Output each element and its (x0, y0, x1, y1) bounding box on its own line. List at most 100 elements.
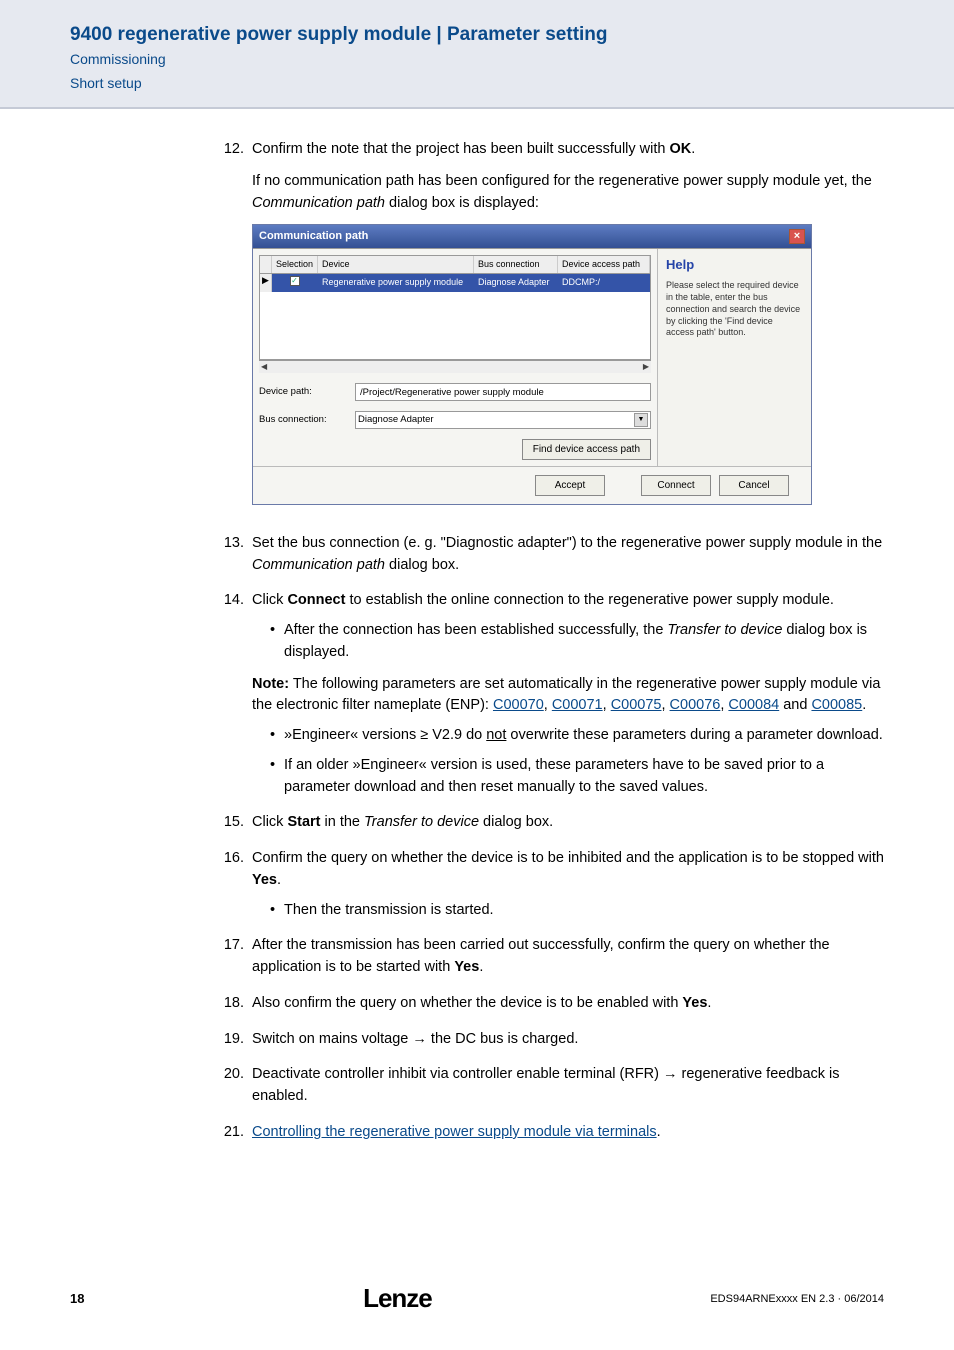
step-number: 18. (220, 993, 252, 1015)
step-number: 20. (220, 1064, 252, 1108)
step-body: Confirm the note that the project has be… (252, 139, 884, 519)
col-path: Device access path (558, 256, 650, 274)
step-number: 13. (220, 533, 252, 577)
communication-path-dialog: Communication path × Selection Device Bu… (252, 224, 812, 505)
step-number: 14. (220, 590, 252, 798)
text: . (657, 1124, 661, 1140)
text: Switch on mains voltage → the DC bus is … (252, 1029, 884, 1051)
text-bold: OK (670, 141, 692, 157)
bus-connection-select[interactable]: Diagnose Adapter ▼ (355, 411, 651, 429)
dialog-footer: Accept Connect Cancel (253, 466, 811, 504)
text: , (603, 697, 611, 713)
text: to establish the online connection to th… (345, 592, 833, 608)
text-bold: Yes (682, 995, 707, 1011)
header-title: 9400 regenerative power supply module | … (70, 24, 884, 46)
checkbox-icon[interactable]: ✓ (290, 276, 300, 286)
text: . (707, 995, 711, 1011)
lenze-logo: Lenze (363, 1283, 432, 1314)
text-italic: Communication path (252, 557, 385, 573)
text: overwrite these parameters during a para… (506, 727, 882, 743)
text: . (862, 697, 866, 713)
step-19: 19. Switch on mains voltage → the DC bus… (220, 1029, 884, 1051)
dialog-left-pane: Selection Device Bus connection Device a… (253, 249, 658, 466)
cell-bus: Diagnose Adapter (474, 274, 558, 292)
grid-header: Selection Device Bus connection Device a… (260, 256, 650, 275)
link-c00070[interactable]: C00070 (493, 697, 544, 713)
text: dialog box is displayed: (385, 195, 539, 211)
link-c00075[interactable]: C00075 (611, 697, 662, 713)
text: Also confirm the query on whether the de… (252, 995, 682, 1011)
step-17: 17. After the transmission has been carr… (220, 935, 884, 979)
step-number: 12. (220, 139, 252, 519)
col-bus: Bus connection (474, 256, 558, 274)
link-c00085[interactable]: C00085 (811, 697, 862, 713)
step-15: 15. Click Start in the Transfer to devic… (220, 812, 884, 834)
text: in the (321, 814, 365, 830)
help-heading: Help (666, 255, 803, 275)
link-c00084[interactable]: C00084 (728, 697, 779, 713)
text-italic: Transfer to device (364, 814, 479, 830)
dialog-titlebar: Communication path × (253, 225, 811, 248)
step-16: 16. Confirm the query on whether the dev… (220, 848, 884, 921)
cancel-button[interactable]: Cancel (719, 475, 789, 496)
help-text: Please select the required device in the… (666, 280, 803, 338)
text: . (691, 141, 695, 157)
text: Click (252, 592, 287, 608)
close-icon[interactable]: × (789, 229, 805, 244)
text-bold: Yes (252, 872, 277, 888)
step-14: 14. Click Connect to establish the onlin… (220, 590, 884, 798)
find-path-button[interactable]: Find device access path (522, 439, 651, 460)
bullet-icon: • (270, 900, 284, 922)
device-path-input[interactable]: /Project/Regenerative power supply modul… (355, 383, 651, 401)
content-area: 12. Confirm the note that the project ha… (0, 109, 954, 1144)
text: dialog box. (479, 814, 553, 830)
step-number: 16. (220, 848, 252, 921)
col-blank (260, 256, 272, 274)
page-footer: 18 Lenze EDS94ARNExxxx EN 2.3 · 06/2014 (0, 1283, 954, 1314)
text: , (661, 697, 669, 713)
text: Confirm the note that the project has be… (252, 141, 670, 157)
cell-selection[interactable]: ✓ (272, 274, 318, 292)
text: Deactivate controller inhibit via contro… (252, 1064, 884, 1108)
text-bold: Yes (454, 959, 479, 975)
header-sub1: Commissioning (70, 50, 884, 70)
connect-button[interactable]: Connect (641, 475, 711, 496)
text-italic: Transfer to device (667, 622, 782, 638)
text: , (544, 697, 552, 713)
select-value: Diagnose Adapter (358, 413, 434, 427)
text-bold: Connect (287, 592, 345, 608)
step-13: 13. Set the bus connection (e. g. "Diagn… (220, 533, 884, 577)
step-20: 20. Deactivate controller inhibit via co… (220, 1064, 884, 1108)
col-selection: Selection (272, 256, 318, 274)
dialog-help-pane: Help Please select the required device i… (658, 249, 811, 466)
link-c00071[interactable]: C00071 (552, 697, 603, 713)
page-header: 9400 regenerative power supply module | … (0, 0, 954, 109)
chevron-down-icon[interactable]: ▼ (634, 413, 648, 427)
text: If no communication path has been config… (252, 173, 872, 189)
step-12: 12. Confirm the note that the project ha… (220, 139, 884, 519)
text: and (779, 697, 811, 713)
cell-path: DDCMP:/ (558, 274, 650, 292)
text-underline: not (486, 727, 506, 743)
text: »Engineer« versions ≥ V2.9 do (284, 727, 486, 743)
text-italic: Communication path (252, 195, 385, 211)
bullet-icon: • (270, 620, 284, 664)
device-grid[interactable]: Selection Device Bus connection Device a… (259, 255, 651, 360)
device-path-label: Device path: (259, 385, 355, 399)
bus-connection-label: Bus connection: (259, 413, 355, 427)
step-21: 21. Controlling the regenerative power s… (220, 1122, 884, 1144)
note-label: Note: (252, 676, 289, 692)
text: If an older »Engineer« version is used, … (284, 755, 884, 799)
accept-button[interactable]: Accept (535, 475, 605, 496)
link-control-via-terminals[interactable]: Controlling the regenerative power suppl… (252, 1124, 657, 1140)
bullet-icon: • (270, 755, 284, 799)
link-c00076[interactable]: C00076 (670, 697, 721, 713)
text-bold: Start (287, 814, 320, 830)
text: After the connection has been establishe… (284, 622, 667, 638)
header-sub2: Short setup (70, 74, 884, 94)
table-row[interactable]: ▶ ✓ Regenerative power supply module Dia… (260, 274, 650, 292)
text: Then the transmission is started. (284, 900, 884, 922)
text: dialog box. (385, 557, 459, 573)
grid-scrollbar[interactable]: ◀▶ (259, 360, 651, 373)
cell-device: Regenerative power supply module (318, 274, 474, 292)
